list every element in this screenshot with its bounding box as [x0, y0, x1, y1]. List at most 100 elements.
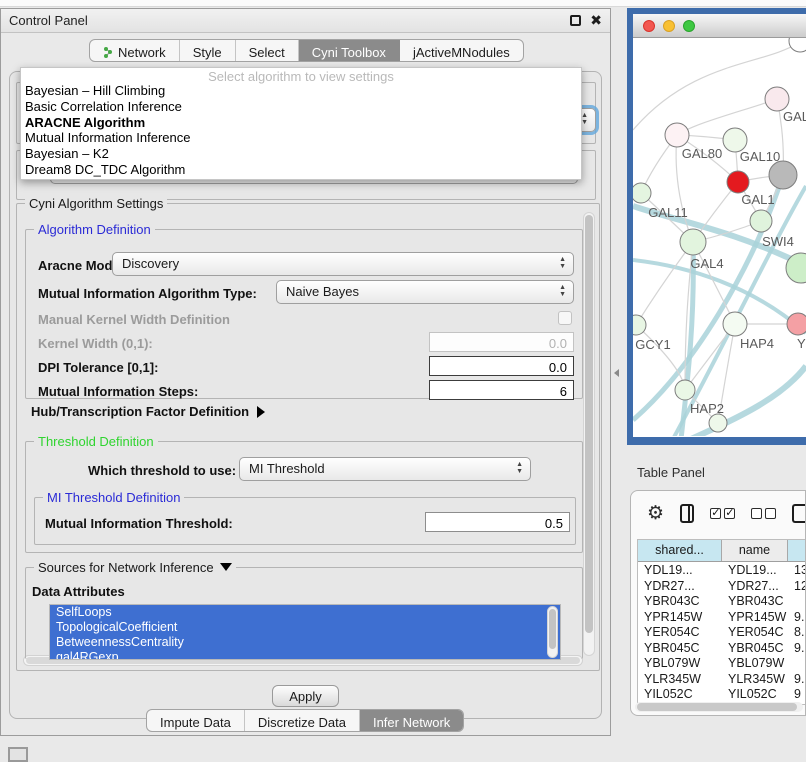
algorithm-option[interactable]: Bayesian – K2 — [21, 146, 581, 162]
control-panel: Control Panel ✖ Network Style Select Cyn… — [0, 8, 611, 736]
network-node[interactable] — [723, 312, 747, 336]
table-cell: YER054C — [638, 624, 722, 640]
column-header-shared-name[interactable]: shared... — [638, 540, 722, 561]
tab-label: Cyni Toolbox — [312, 45, 386, 60]
algorithm-popup-placeholder: Select algorithm to view settings — [21, 68, 581, 83]
aracne-mode-combo[interactable]: Discovery ▲▼ — [112, 252, 574, 276]
attribute-item-selected[interactable]: BetweennessCentrality — [50, 635, 560, 650]
expand-arrow-icon — [220, 563, 232, 571]
mi-steps-field[interactable] — [429, 380, 574, 400]
algorithm-option[interactable]: ARACNE Algorithm — [21, 115, 581, 131]
network-edge[interactable] — [677, 99, 777, 135]
apply-button[interactable]: Apply — [272, 685, 339, 707]
select-all-icon[interactable] — [710, 508, 735, 519]
combo-value: MI Threshold — [249, 461, 325, 476]
tab-select[interactable]: Select — [236, 40, 299, 61]
network-node[interactable] — [787, 313, 806, 335]
algorithm-option[interactable]: Basic Correlation Inference — [21, 99, 581, 115]
table-row[interactable]: YER054CYER054C8. — [638, 624, 806, 640]
network-node-label: HAP2 — [690, 401, 724, 416]
table-cell: YPR145W — [638, 609, 722, 625]
table-header-row: shared... name — [638, 540, 806, 562]
deselect-all-icon[interactable] — [751, 508, 776, 519]
settings-vertical-scrollbar[interactable] — [583, 212, 595, 656]
attributes-scrollbar[interactable] — [547, 606, 558, 658]
table-row[interactable]: YPR145WYPR145W9. — [638, 609, 806, 625]
table-cell: 9. — [788, 640, 806, 656]
mi-steps-label: Mutual Information Steps: — [38, 384, 198, 399]
attribute-item-selected[interactable]: TopologicalCoefficient — [50, 620, 560, 635]
table-row[interactable]: YDR27...YDR27...12 — [638, 578, 806, 594]
network-canvas[interactable]: GALGAL80GAL10GAL1GAL11SWI4GAL4GCY1HAP4YH… — [633, 38, 806, 436]
tab-jactivemnodules[interactable]: jActiveMNodules — [400, 40, 523, 61]
manual-kernel-width-checkbox[interactable] — [558, 311, 572, 325]
gear-icon[interactable]: ⚙ — [647, 504, 664, 523]
attribute-item-selected[interactable]: SelfLoops — [50, 605, 560, 620]
network-node[interactable] — [789, 38, 806, 52]
mi-threshold-label: Mutual Information Threshold: — [45, 516, 233, 531]
mi-threshold-field[interactable] — [425, 512, 570, 532]
attribute-item-selected[interactable]: gal4RGexp — [50, 650, 560, 660]
data-attributes-list[interactable]: SelfLoopsTopologicalCoefficientBetweenne… — [49, 604, 561, 660]
function-builder-icon[interactable] — [792, 504, 805, 523]
tab-label: Infer Network — [373, 715, 450, 730]
splitter-collapse-arrow[interactable] — [614, 369, 619, 377]
sources-toggle[interactable]: Sources for Network Inference — [34, 560, 236, 575]
algorithm-list: Bayesian – Hill ClimbingBasic Correlatio… — [21, 83, 581, 178]
hub-definition-toggle[interactable]: Hub/Transcription Factor Definition — [31, 404, 265, 419]
zoom-window-icon[interactable] — [683, 20, 695, 32]
network-node-label: HAP4 — [740, 336, 774, 351]
dpi-tolerance-field[interactable] — [429, 356, 574, 376]
algorithm-option[interactable]: Bayesian – Hill Climbing — [21, 83, 581, 99]
column-header-clipped[interactable] — [788, 540, 806, 561]
table-row[interactable]: YIL052CYIL052C9 — [638, 686, 806, 702]
table-row[interactable]: YLR345WYLR345W9. — [638, 671, 806, 687]
table-cell: 8. — [788, 624, 806, 640]
float-panel-icon[interactable] — [570, 15, 581, 26]
close-panel-icon[interactable]: ✖ — [590, 15, 602, 26]
network-node[interactable] — [633, 183, 651, 203]
tab-impute-data[interactable]: Impute Data — [147, 710, 245, 731]
table-horizontal-scrollbar[interactable] — [635, 702, 803, 712]
collapse-arrow-icon — [257, 406, 265, 418]
network-node[interactable] — [665, 123, 689, 147]
table-cell: YBL079W — [638, 655, 722, 671]
sources-group: Sources for Network Inference Data Attri… — [25, 567, 583, 659]
scrollbar-thumb[interactable] — [585, 215, 593, 633]
network-node[interactable] — [675, 380, 695, 400]
network-edge[interactable] — [636, 325, 685, 390]
table-cell: YLR345W — [638, 671, 722, 687]
algorithm-option[interactable]: Dream8 DC_TDC Algorithm — [21, 162, 581, 178]
network-edge[interactable] — [633, 42, 800, 130]
table-row[interactable]: YDL19...YDL19...13 — [638, 562, 806, 578]
tab-cyni-toolbox[interactable]: Cyni Toolbox — [299, 40, 400, 61]
table-row[interactable]: YBR043CYBR043C — [638, 593, 806, 609]
algorithm-dropdown-popup: Select algorithm to view settings Bayesi… — [20, 67, 582, 180]
tab-infer-network[interactable]: Infer Network — [360, 710, 463, 731]
collapsed-panel-icon[interactable] — [8, 747, 28, 762]
column-header-name[interactable]: name — [722, 540, 788, 561]
network-node[interactable] — [765, 87, 789, 111]
which-threshold-combo[interactable]: MI Threshold ▲▼ — [239, 457, 531, 481]
network-node[interactable] — [750, 210, 772, 232]
network-node[interactable] — [680, 229, 706, 255]
network-node[interactable] — [709, 414, 727, 432]
table-row[interactable]: YBL079WYBL079W — [638, 655, 806, 671]
close-window-icon[interactable] — [643, 20, 655, 32]
kernel-width-field[interactable] — [429, 332, 574, 352]
mi-algorithm-type-combo[interactable]: Naive Bayes ▲▼ — [276, 280, 574, 304]
tab-style[interactable]: Style — [180, 40, 236, 61]
scrollbar-thumb[interactable] — [637, 703, 797, 711]
tab-discretize-data[interactable]: Discretize Data — [245, 710, 360, 731]
columns-icon[interactable] — [680, 504, 694, 523]
network-node[interactable] — [769, 161, 797, 189]
scrollbar-thumb[interactable] — [549, 609, 556, 649]
table-row[interactable]: YBR045CYBR045C9. — [638, 640, 806, 656]
network-node[interactable] — [727, 171, 749, 193]
minimize-window-icon[interactable] — [663, 20, 675, 32]
network-window-titlebar[interactable] — [633, 14, 806, 38]
tab-network[interactable]: Network — [90, 40, 180, 61]
network-node-label: GAL — [783, 109, 806, 124]
algorithm-option[interactable]: Mutual Information Inference — [21, 130, 581, 146]
network-edge[interactable] — [636, 242, 693, 325]
